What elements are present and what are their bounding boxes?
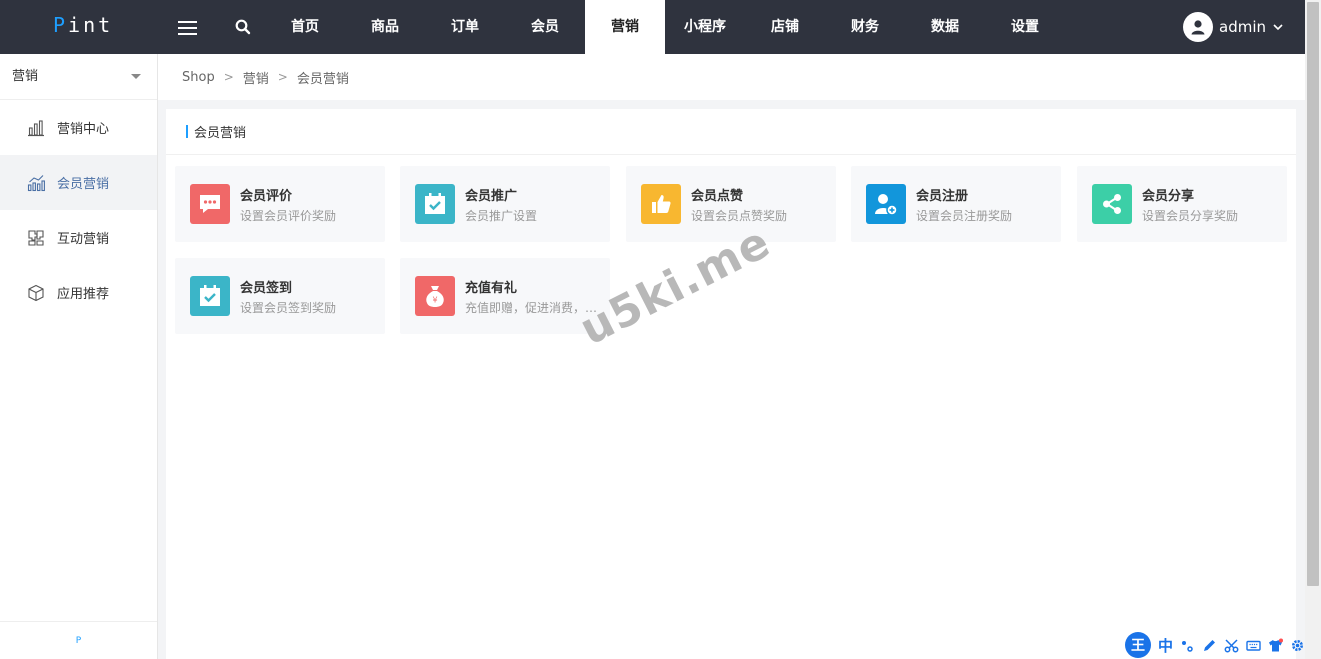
tile-member-review[interactable]: 会员评价 设置会员评价奖励 <box>175 166 385 242</box>
comment-icon <box>190 184 230 224</box>
caret-down-icon <box>131 74 141 79</box>
logo-prefix: P <box>53 13 69 37</box>
skin-shirt-icon[interactable] <box>1268 638 1284 653</box>
ime-language-toggle[interactable]: 中 <box>1158 635 1173 656</box>
nav-store[interactable]: 店铺 <box>745 0 825 54</box>
nav-goods[interactable]: 商品 <box>345 0 425 54</box>
breadcrumb: Shop > 营销 > 会员营销 <box>158 54 1305 100</box>
breadcrumb-item-shop[interactable]: Shop <box>182 70 215 85</box>
nav-members[interactable]: 会员 <box>505 0 585 54</box>
line-chart-icon <box>27 174 45 191</box>
tile-description: 设置会员点赞奖励 <box>691 209 788 223</box>
sidebar-item-interactive-marketing[interactable]: 互动营销 <box>0 210 157 265</box>
sidebar-item-member-marketing[interactable]: 会员营销 <box>0 155 157 210</box>
sidebar-item-label: 营销中心 <box>57 122 110 137</box>
money-bag-icon: ¥ <box>415 276 455 316</box>
nav-home[interactable]: 首页 <box>265 0 345 54</box>
sidebar-footer: P <box>0 621 157 659</box>
tile-member-register[interactable]: 会员注册 设置会员注册奖励 <box>851 166 1061 242</box>
pen-icon[interactable] <box>1202 638 1217 653</box>
member-marketing-panel: 会员营销 会员评价 设置会员评价奖励 会员推广 会员推广设置 会员点赞 设置会员… <box>166 109 1296 659</box>
nav-finance[interactable]: 财务 <box>825 0 905 54</box>
sidebar-item-app-recommend[interactable]: 应用推荐 <box>0 265 157 320</box>
tile-description: 设置会员注册奖励 <box>916 209 1013 223</box>
tile-member-promotion[interactable]: 会员推广 会员推广设置 <box>400 166 610 242</box>
sidebar-item-marketing-center[interactable]: 营销中心 <box>0 100 157 155</box>
panel-header: 会员营销 <box>166 109 1296 155</box>
sidebar-item-label: 互动营销 <box>57 232 110 247</box>
search-icon[interactable] <box>235 19 251 35</box>
user-name: admin <box>1219 18 1266 36</box>
main-nav: 首页 商品 订单 会员 营销 小程序 店铺 财务 数据 设置 <box>265 0 1065 54</box>
ime-toolbar: 王 中 <box>1125 631 1305 659</box>
svg-text:¥: ¥ <box>432 296 437 305</box>
bar-chart-icon <box>28 119 44 136</box>
title-accent-bar <box>186 125 188 138</box>
share-icon <box>1092 184 1132 224</box>
user-icon <box>1191 20 1205 35</box>
vertical-scrollbar[interactable] <box>1305 0 1321 659</box>
panel-title: 会员营销 <box>194 126 247 141</box>
calendar-check-icon <box>190 276 230 316</box>
top-nav-bar: Pint 首页 商品 订单 会员 营销 小程序 店铺 财务 数据 设置 admi… <box>0 0 1305 54</box>
nav-marketing[interactable]: 营销 <box>585 0 665 54</box>
ime-logo[interactable]: 王 <box>1125 632 1151 658</box>
thumbs-up-icon <box>641 184 681 224</box>
menu-toggle-icon[interactable] <box>178 21 197 35</box>
tile-title: 会员点赞 <box>691 189 744 204</box>
cube-icon <box>28 284 44 301</box>
tile-description: 会员推广设置 <box>465 209 538 223</box>
tile-member-checkin[interactable]: 会员签到 设置会员签到奖励 <box>175 258 385 334</box>
tile-member-share[interactable]: 会员分享 设置会员分享奖励 <box>1077 166 1287 242</box>
sidebar-item-label: 会员营销 <box>57 177 110 192</box>
nav-data[interactable]: 数据 <box>905 0 985 54</box>
user-menu[interactable]: admin <box>1183 12 1284 42</box>
sidebar-section-header[interactable]: 营销 <box>0 54 157 100</box>
tile-title: 充值有礼 <box>465 281 518 296</box>
sidebar-section-title: 营销 <box>12 69 39 84</box>
tile-title: 会员签到 <box>240 281 293 296</box>
gear-icon[interactable] <box>1290 638 1305 653</box>
puzzle-icon <box>28 229 44 246</box>
breadcrumb-item-marketing[interactable]: 营销 <box>243 68 269 87</box>
tile-title: 会员分享 <box>1142 189 1195 204</box>
logo-rest: int <box>68 13 114 37</box>
scrollbar-thumb[interactable] <box>1307 2 1319 586</box>
avatar <box>1183 12 1213 42</box>
breadcrumb-separator-icon: > <box>223 70 234 84</box>
keyboard-icon[interactable] <box>1246 638 1261 653</box>
scissors-icon[interactable] <box>1224 638 1239 653</box>
tile-title: 会员推广 <box>465 189 518 204</box>
tile-description: 设置会员评价奖励 <box>240 209 337 223</box>
tile-description: 设置会员签到奖励 <box>240 301 337 315</box>
nav-mini-program[interactable]: 小程序 <box>665 0 745 54</box>
breadcrumb-item-current: 会员营销 <box>296 71 349 87</box>
breadcrumb-separator-icon: > <box>277 70 288 84</box>
sidebar-item-label: 应用推荐 <box>57 287 110 302</box>
app-logo[interactable]: Pint <box>53 13 113 37</box>
tile-title: 会员注册 <box>916 189 969 204</box>
tile-description: 设置会员分享奖励 <box>1142 209 1239 223</box>
nav-settings[interactable]: 设置 <box>985 0 1065 54</box>
punctuation-icon[interactable] <box>1180 638 1195 653</box>
nav-orders[interactable]: 订单 <box>425 0 505 54</box>
user-add-icon <box>866 184 906 224</box>
tile-title: 会员评价 <box>240 189 293 204</box>
chevron-down-icon <box>1273 24 1283 31</box>
calendar-check-icon <box>415 184 455 224</box>
sidebar: 营销 营销中心 会员营销 互动营销 应用推荐 P <box>0 54 158 659</box>
